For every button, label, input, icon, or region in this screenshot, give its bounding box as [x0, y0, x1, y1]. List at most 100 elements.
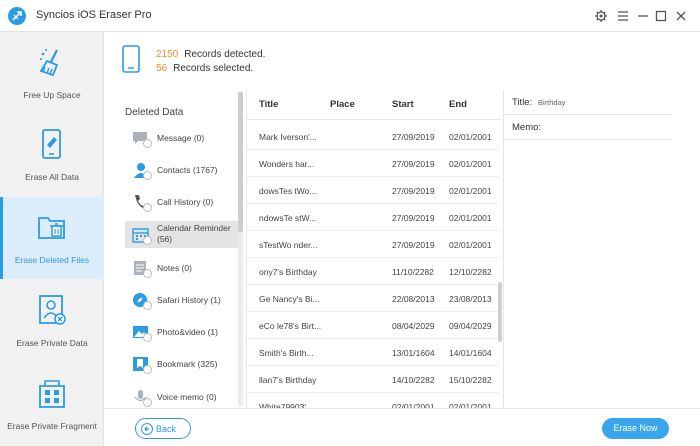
app-title: Syncios iOS Eraser Pro: [36, 9, 152, 21]
menu-icon[interactable]: [614, 7, 632, 25]
cell-title: ony7's Birthday: [259, 267, 317, 277]
category-label: Contacts (1767): [157, 165, 218, 175]
sidebar-item-erase-private-fragment[interactable]: Erase Private Fragment: [0, 363, 104, 445]
cell-end: 12/10/2282: [449, 267, 492, 277]
category-item-safari-history[interactable]: Safari History (1): [125, 286, 242, 313]
cell-end: 14/01/1604: [449, 348, 492, 358]
sidebar-item-erase-all-data[interactable]: Erase All Data: [0, 114, 104, 196]
cell-start: 27/09/2019: [392, 132, 435, 142]
category-checkbox[interactable]: [143, 171, 152, 180]
category-item-contacts[interactable]: Contacts (1767): [125, 156, 242, 183]
minimize-icon[interactable]: [634, 7, 652, 25]
table-row[interactable]: Mark Iverson'... 27/09/2019 02/01/2001: [247, 123, 499, 150]
category-checkbox[interactable]: [143, 269, 152, 278]
column-header-start[interactable]: Start: [392, 99, 414, 110]
cell-title: dowsTes tWo...: [259, 186, 317, 196]
category-item-call-history[interactable]: Call History (0): [125, 188, 242, 215]
category-checkbox[interactable]: [143, 203, 152, 212]
category-label: Voice memo (0): [157, 392, 217, 402]
table-row[interactable]: Wonders har... 27/09/2019 02/01/2001: [247, 150, 499, 177]
sidebar-item-label: Erase Private Fragment: [7, 421, 97, 431]
active-indicator: [0, 197, 3, 279]
cell-title: Smith's Birth...: [259, 348, 314, 358]
table-row[interactable]: sTestWo nder... 27/09/2019 02/01/2001: [247, 231, 499, 258]
category-item-calendar-reminder[interactable]: Calendar Reminder (56): [125, 221, 242, 248]
title-bar: Syncios iOS Eraser Pro: [0, 0, 700, 32]
column-header-end[interactable]: End: [449, 99, 467, 110]
detected-label: Records detected.: [184, 49, 266, 60]
records-summary: 2150 Records detected. 56 Records selected…: [105, 32, 700, 90]
cell-end: 02/01/2001: [449, 132, 492, 142]
table-row[interactable]: White79903'... 02/01/2001 02/01/2001: [247, 393, 499, 408]
erase-now-button[interactable]: Erase Now: [602, 418, 669, 439]
table-row[interactable]: Ge Nancy's Bi... 22/08/2013 23/08/2013: [247, 285, 499, 312]
category-checkbox[interactable]: [143, 333, 152, 342]
private-person-icon: [37, 294, 67, 326]
records-detected: 2150 Records detected.: [156, 49, 265, 60]
cell-title: sTestWo nder...: [259, 240, 318, 250]
category-item-notes[interactable]: Notes (0): [125, 254, 242, 281]
category-checkbox[interactable]: [143, 236, 152, 245]
detail-memo-row: Memo:: [504, 115, 672, 140]
table-scrollbar[interactable]: [498, 120, 502, 408]
cell-title: Ge Nancy's Bi...: [259, 294, 320, 304]
category-checkbox[interactable]: [143, 398, 152, 407]
sidebar-item-label: Erase Deleted Files: [14, 255, 90, 265]
cell-start: 22/08/2013: [392, 294, 435, 304]
table-row[interactable]: Smith's Birth... 13/01/1604 14/01/1604: [247, 339, 499, 366]
scrollbar-thumb[interactable]: [238, 92, 243, 232]
maximize-icon[interactable]: [652, 7, 670, 25]
category-item-photo-video[interactable]: Photo&video (1): [125, 318, 242, 345]
cell-title: Wonders har...: [259, 159, 315, 169]
category-scrollbar[interactable]: [238, 92, 243, 406]
cell-title: llan7's Birthday: [259, 375, 317, 385]
detail-memo-key: Memo:: [512, 122, 542, 133]
records-table: Title Place Start End Mark Iverson'... 27…: [246, 90, 502, 408]
selected-label: Records selected.: [173, 63, 254, 74]
table-row[interactable]: ony7's Birthday 11/10/2282 12/10/2282: [247, 258, 499, 285]
category-label: Message (0): [157, 133, 205, 143]
cell-start: 11/10/2282: [392, 267, 434, 277]
scrollbar-thumb[interactable]: [498, 282, 502, 342]
cell-end: 02/01/2001: [449, 159, 492, 169]
detected-count: 2150: [156, 49, 179, 60]
records-selected: 56 Records selected.: [156, 63, 253, 74]
table-row[interactable]: llan7's Birthday 14/10/2282 15/10/2282: [247, 366, 499, 393]
category-item-voice-memo[interactable]: Voice memo (0): [125, 383, 242, 408]
cell-end: 02/01/2001: [449, 186, 492, 196]
category-label: Bookmark (325): [157, 359, 218, 369]
sidebar-item-erase-private-data[interactable]: Erase Private Data: [0, 280, 104, 362]
back-arrow-icon: [141, 423, 153, 435]
category-checkbox[interactable]: [143, 365, 152, 374]
table-header: Title Place Start End: [247, 90, 502, 120]
detail-title-value: Birthday: [538, 98, 566, 107]
category-label: Calendar Reminder (56): [157, 223, 231, 244]
category-checkbox[interactable]: [143, 301, 152, 310]
category-item-message[interactable]: Message (0): [125, 124, 242, 151]
cell-start: 27/09/2019: [392, 186, 435, 196]
cell-end: 02/01/2001: [449, 213, 492, 223]
app-logo-icon: [8, 7, 26, 25]
sidebar-item-free-up-space[interactable]: Free Up Space: [0, 32, 104, 114]
category-item-bookmark[interactable]: Bookmark (325): [125, 350, 242, 377]
column-header-title[interactable]: Title: [259, 99, 278, 110]
back-button-label: Back: [156, 424, 177, 434]
panel-title: Deleted Data: [125, 107, 184, 118]
settings-gear-icon[interactable]: [592, 7, 610, 25]
broom-icon: [37, 46, 67, 78]
table-row[interactable]: dowsTes tWo... 27/09/2019 02/01/2001: [247, 177, 499, 204]
cell-end: 09/04/2029: [449, 321, 492, 331]
category-label: Call History (0): [157, 197, 214, 207]
back-button[interactable]: Back: [135, 418, 191, 439]
category-checkbox[interactable]: [143, 139, 152, 148]
sidebar-item-erase-deleted-files[interactable]: Erase Deleted Files: [0, 197, 104, 279]
category-label: Notes (0): [157, 263, 192, 273]
column-header-place[interactable]: Place: [330, 99, 355, 110]
table-row[interactable]: eCo le78's Birt... 08/04/2029 09/04/2029: [247, 312, 499, 339]
cell-end: 15/10/2282: [449, 375, 492, 385]
close-icon[interactable]: [672, 7, 690, 25]
cell-start: 08/04/2029: [392, 321, 435, 331]
sidebar: Free Up Space Erase All Data Erase Delet…: [0, 32, 104, 446]
table-row[interactable]: ndowsTe stW... 27/09/2019 02/01/2001: [247, 204, 499, 231]
detail-title-key: Title:: [512, 97, 533, 108]
